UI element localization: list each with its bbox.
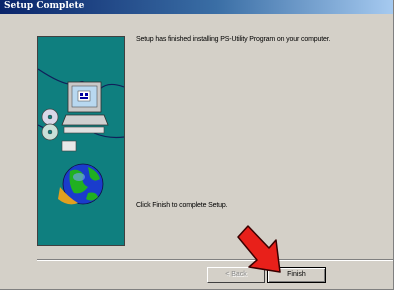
red-arrow-icon — [237, 225, 281, 273]
